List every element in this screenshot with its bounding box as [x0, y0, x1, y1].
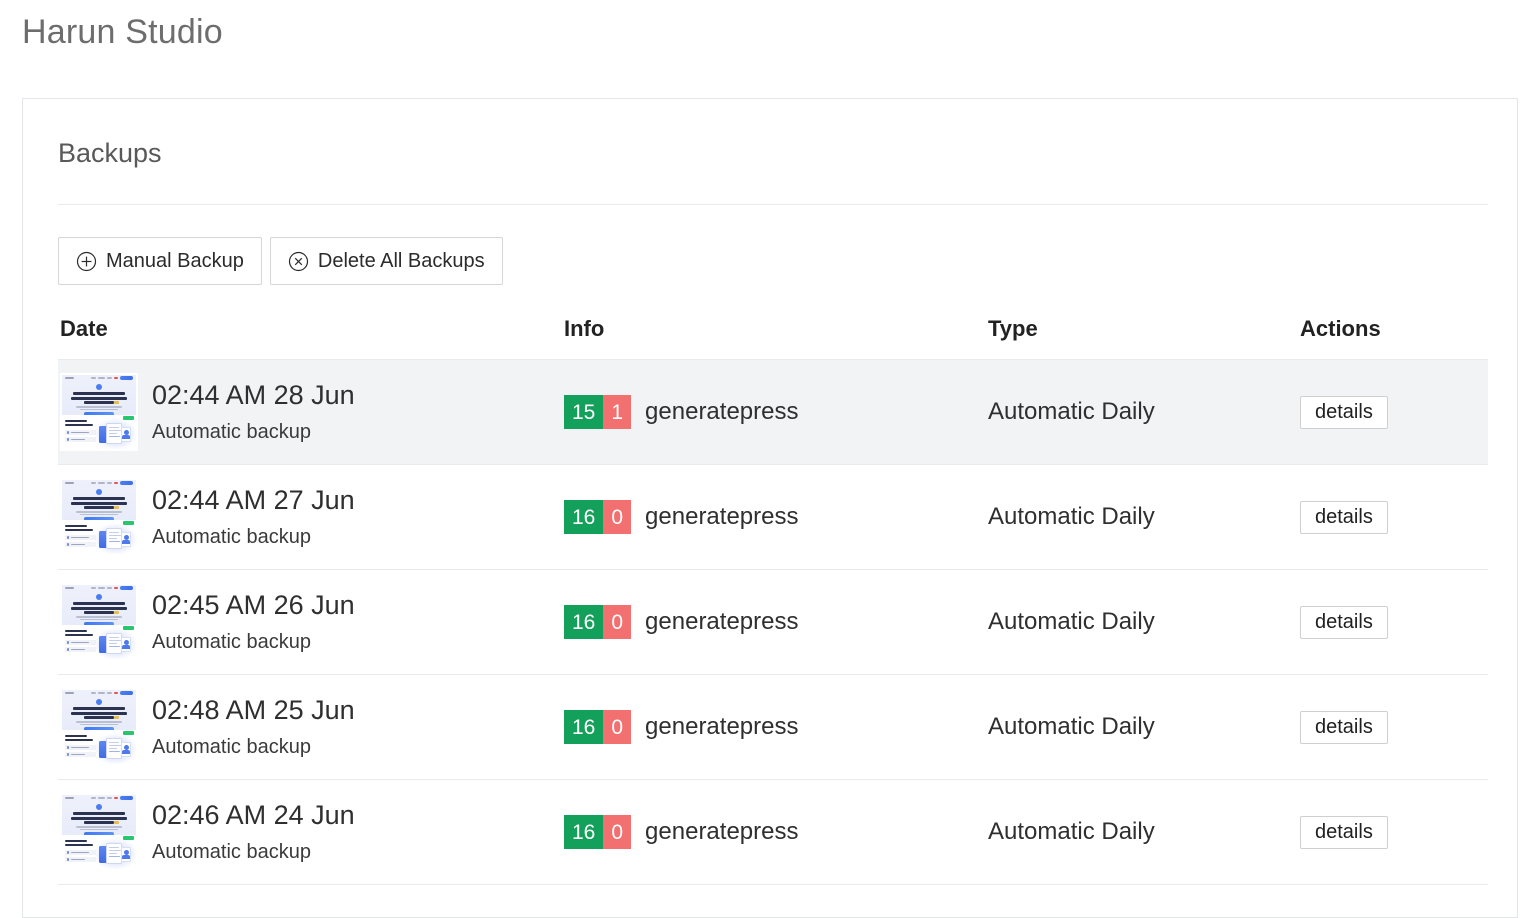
column-header-date: Date	[60, 316, 108, 341]
cell-info: 16 0 generatepress	[564, 675, 798, 779]
info-label: generatepress	[645, 818, 799, 845]
manual-backup-button[interactable]: Manual Backup	[58, 237, 262, 285]
cell-type: Automatic Daily	[988, 675, 1155, 779]
badge-error-count: 0	[603, 815, 632, 849]
cell-actions: details	[1300, 675, 1388, 779]
cell-actions: details	[1300, 570, 1388, 674]
backups-table: Date Info Type Actions 02:44 AM 28 Jun A…	[58, 305, 1488, 885]
backup-subtitle: Automatic backup	[152, 421, 311, 443]
details-button[interactable]: details	[1300, 605, 1388, 639]
backup-date: 02:44 AM 27 Jun	[152, 485, 355, 515]
cell-type: Automatic Daily	[988, 570, 1155, 674]
status-badge: 16 0	[564, 605, 632, 639]
cell-type: Automatic Daily	[988, 465, 1155, 569]
backup-type: Automatic Daily	[988, 398, 1155, 425]
backup-thumbnail-icon	[60, 793, 138, 871]
delete-all-backups-label: Delete All Backups	[317, 250, 485, 272]
backup-thumbnail-icon	[60, 688, 138, 766]
backup-type: Automatic Daily	[988, 608, 1155, 635]
backup-subtitle: Automatic backup	[152, 526, 311, 548]
badge-error-count: 0	[603, 605, 632, 639]
page-title: Harun Studio	[22, 13, 223, 51]
backups-toolbar: Manual Backup Delete All Backups	[58, 237, 503, 285]
table-row[interactable]: 02:48 AM 25 Jun Automatic backup 16 0 ge…	[58, 675, 1488, 779]
badge-error-count: 0	[603, 500, 632, 534]
cell-actions: details	[1300, 360, 1388, 464]
circle-x-icon	[288, 251, 309, 272]
cell-info: 16 0 generatepress	[564, 780, 798, 884]
cell-date: 02:44 AM 28 Jun Automatic backup	[60, 360, 355, 464]
info-label: generatepress	[645, 398, 799, 425]
details-button[interactable]: details	[1300, 500, 1388, 534]
cell-date: 02:46 AM 24 Jun Automatic backup	[60, 780, 355, 884]
details-button[interactable]: details	[1300, 710, 1388, 744]
backup-date: 02:46 AM 24 Jun	[152, 800, 355, 830]
badge-error-count: 0	[603, 710, 632, 744]
table-row[interactable]: 02:44 AM 27 Jun Automatic backup 16 0 ge…	[58, 465, 1488, 569]
backup-subtitle: Automatic backup	[152, 736, 311, 758]
cell-actions: details	[1300, 465, 1388, 569]
table-row[interactable]: 02:46 AM 24 Jun Automatic backup 16 0 ge…	[58, 780, 1488, 884]
date-text-block: 02:45 AM 26 Jun Automatic backup	[152, 587, 355, 657]
cell-date: 02:45 AM 26 Jun Automatic backup	[60, 570, 355, 674]
badge-ok-count: 16	[564, 500, 604, 534]
backup-date: 02:44 AM 28 Jun	[152, 380, 355, 410]
badge-ok-count: 16	[564, 815, 604, 849]
details-button[interactable]: details	[1300, 815, 1388, 849]
manual-backup-label: Manual Backup	[106, 250, 244, 272]
cell-info: 16 0 generatepress	[564, 465, 798, 569]
backup-type: Automatic Daily	[988, 503, 1155, 530]
backup-type: Automatic Daily	[988, 818, 1155, 845]
date-text-block: 02:46 AM 24 Jun Automatic backup	[152, 797, 355, 867]
cell-info: 16 0 generatepress	[564, 570, 798, 674]
column-header-type: Type	[988, 316, 1038, 341]
cell-date: 02:44 AM 27 Jun Automatic backup	[60, 465, 355, 569]
badge-ok-count: 15	[564, 395, 604, 429]
backup-type: Automatic Daily	[988, 713, 1155, 740]
table-row[interactable]: 02:45 AM 26 Jun Automatic backup 16 0 ge…	[58, 570, 1488, 674]
badge-ok-count: 16	[564, 605, 604, 639]
status-badge: 16 0	[564, 500, 632, 534]
delete-all-backups-button[interactable]: Delete All Backups	[269, 237, 503, 285]
backup-date: 02:45 AM 26 Jun	[152, 590, 355, 620]
details-button[interactable]: details	[1300, 395, 1388, 429]
table-row[interactable]: 02:44 AM 28 Jun Automatic backup 15 1 ge…	[58, 360, 1488, 464]
date-text-block: 02:44 AM 27 Jun Automatic backup	[152, 482, 355, 552]
status-badge: 16 0	[564, 710, 632, 744]
backup-thumbnail-icon	[60, 373, 138, 451]
status-badge: 16 0	[564, 815, 632, 849]
backup-date: 02:48 AM 25 Jun	[152, 695, 355, 725]
backup-thumbnail-icon	[60, 478, 138, 556]
cell-type: Automatic Daily	[988, 780, 1155, 884]
column-header-actions: Actions	[1300, 316, 1381, 341]
card-header-divider	[58, 204, 1488, 205]
backups-card: Backups Manual Backup Delete All Backups…	[22, 98, 1518, 918]
table-body: 02:44 AM 28 Jun Automatic backup 15 1 ge…	[58, 360, 1488, 885]
cell-info: 15 1 generatepress	[564, 360, 798, 464]
column-header-info: Info	[564, 316, 605, 341]
info-label: generatepress	[645, 713, 799, 740]
cell-type: Automatic Daily	[988, 360, 1155, 464]
card-title: Backups	[58, 138, 162, 168]
row-separator	[58, 884, 1488, 885]
status-badge: 15 1	[564, 395, 632, 429]
info-label: generatepress	[645, 503, 799, 530]
cell-actions: details	[1300, 780, 1388, 884]
date-text-block: 02:44 AM 28 Jun Automatic backup	[152, 377, 355, 447]
cell-date: 02:48 AM 25 Jun Automatic backup	[60, 675, 355, 779]
backup-thumbnail-icon	[60, 583, 138, 661]
info-label: generatepress	[645, 608, 799, 635]
date-text-block: 02:48 AM 25 Jun Automatic backup	[152, 692, 355, 762]
badge-error-count: 1	[603, 395, 632, 429]
badge-ok-count: 16	[564, 710, 604, 744]
table-header-row: Date Info Type Actions	[58, 305, 1488, 359]
circle-plus-icon	[76, 251, 97, 272]
backup-subtitle: Automatic backup	[152, 631, 311, 653]
backup-subtitle: Automatic backup	[152, 841, 311, 863]
